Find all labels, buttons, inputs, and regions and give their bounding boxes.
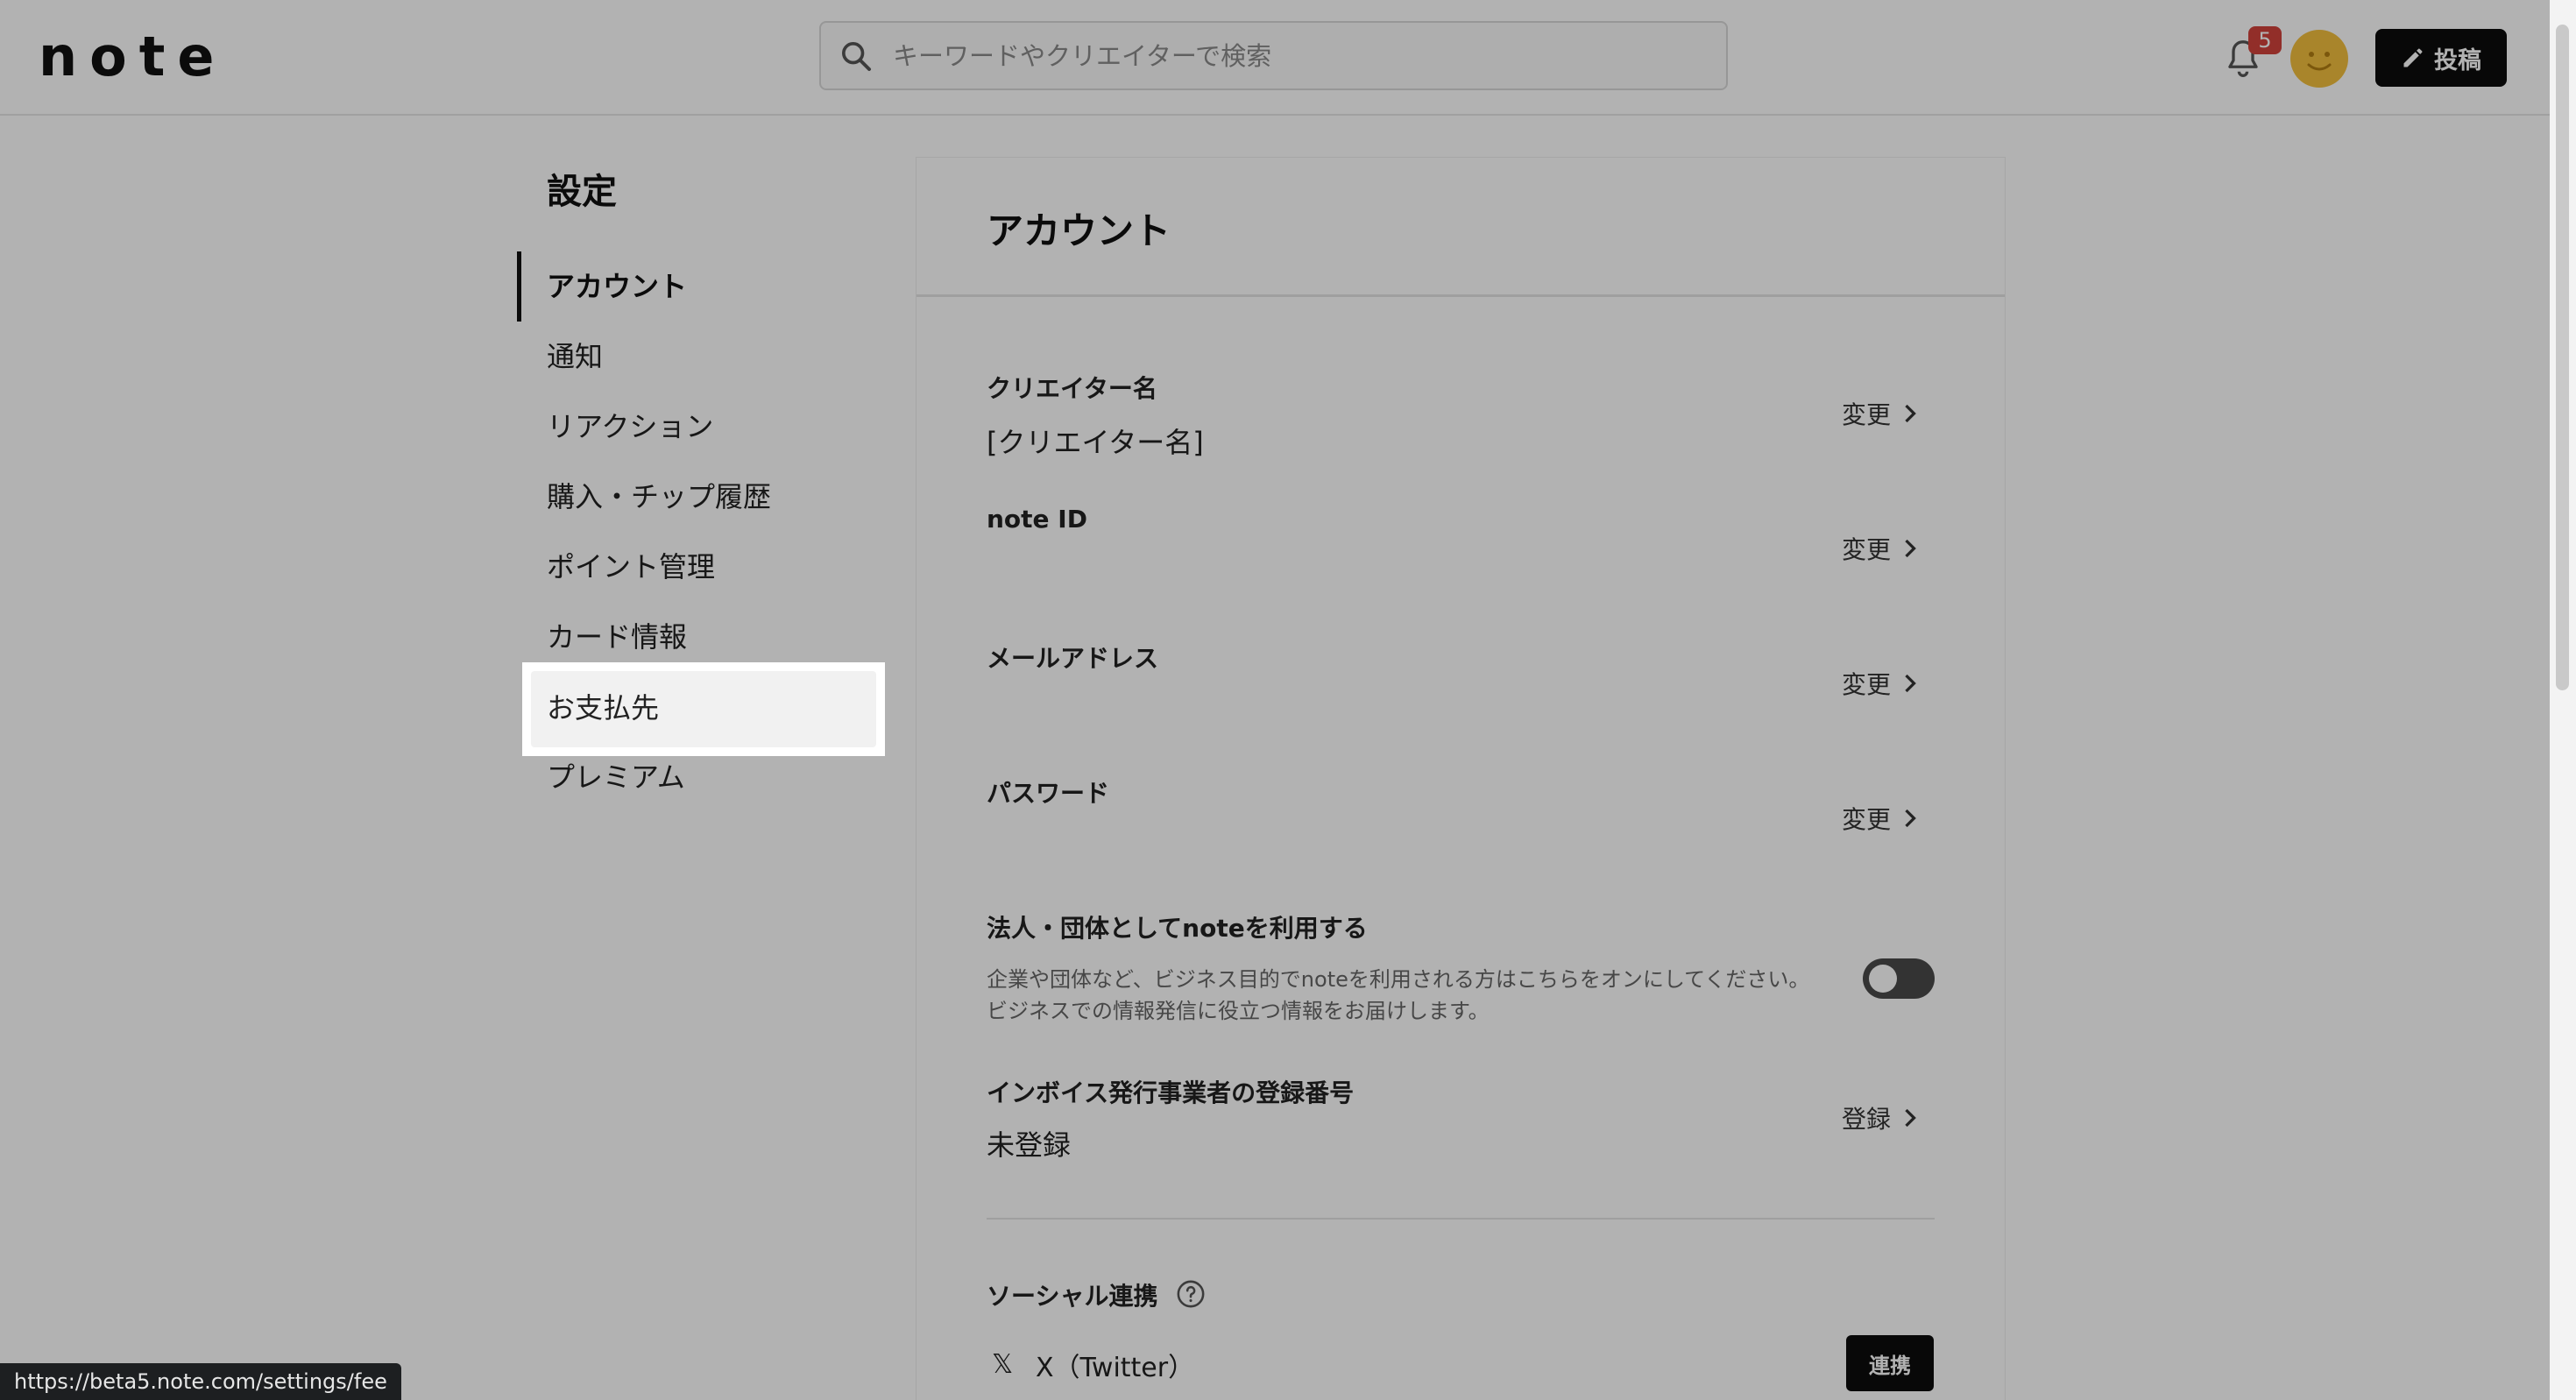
chevron-right-icon [1905, 539, 1916, 558]
search-input[interactable] [891, 30, 1701, 82]
scrollbar-thumb[interactable] [2556, 25, 2569, 690]
sidebar-item-notifications[interactable]: 通知 [547, 339, 603, 374]
note-id-change-button[interactable]: 変更 [1842, 531, 1917, 566]
sidebar-item-points[interactable]: ポイント管理 [547, 549, 715, 584]
sidebar-item-purchase-history[interactable]: 購入・チップ履歴 [547, 479, 771, 514]
invoice-label: インボイス発行事業者の登録番号 [987, 1078, 1355, 1107]
invoice-register-button[interactable]: 登録 [1842, 1100, 1917, 1135]
sidebar-item-premium[interactable]: プレミアム [547, 760, 685, 795]
password-change-button[interactable]: 変更 [1842, 801, 1917, 836]
password-label: パスワード [987, 779, 1110, 808]
sidebar-item-payout[interactable]: お支払先 [547, 690, 659, 725]
page-scrollbar[interactable] [2550, 0, 2576, 1400]
corporate-desc-line2: ビジネスでの情報発信に役立つ情報をお届けします。 [987, 999, 1490, 1023]
change-label: 変更 [1842, 535, 1892, 564]
toggle-knob [1869, 965, 1897, 993]
post-button[interactable]: 投稿 [2375, 29, 2507, 87]
corporate-label: 法人・団体としてnoteを利用する [987, 914, 1368, 943]
chevron-right-icon [1905, 404, 1916, 423]
page-title: アカウント [987, 209, 1171, 252]
search-box[interactable] [819, 21, 1728, 90]
status-url: https://beta5.note.com/settings/fee [0, 1363, 401, 1400]
top-header: note 5 投稿 [0, 0, 2576, 116]
social-label: ソーシャル連携 [987, 1282, 1158, 1311]
chevron-right-icon [1905, 809, 1916, 828]
invoice-value: 未登録 [987, 1128, 1072, 1162]
search-icon [842, 42, 871, 71]
creator-name-change-button[interactable]: 変更 [1842, 396, 1917, 431]
pencil-icon [2403, 48, 2423, 67]
note-id-label: note ID [987, 505, 1087, 534]
notification-badge: 5 [2248, 26, 2282, 54]
creator-name-value: [クリエイター名] [987, 426, 1204, 459]
x-logo-icon: 𝕏 [992, 1349, 1014, 1380]
change-label: 変更 [1842, 805, 1892, 834]
note-logo[interactable]: note [39, 26, 226, 88]
corporate-toggle[interactable] [1863, 958, 1935, 999]
x-link-button[interactable]: 連携 [1846, 1335, 1934, 1391]
title-divider [916, 294, 2005, 297]
post-button-label: 投稿 [2434, 46, 2481, 74]
account-panel: アカウント クリエイター名 [クリエイター名] 変更 note ID 変更 メー… [916, 158, 2005, 1400]
active-indicator [517, 251, 521, 322]
corporate-desc-line1: 企業や団体など、ビジネス目的でnoteを利用される方はこちらをオンにしてください… [987, 967, 1810, 992]
creator-name-label: クリエイター名 [987, 374, 1157, 403]
sidebar-item-reactions[interactable]: リアクション [547, 409, 713, 444]
email-label: メールアドレス [987, 644, 1159, 673]
x-service-label: X（Twitter） [1036, 1353, 1195, 1383]
smiley-icon [2307, 52, 2332, 71]
sidebar-item-account[interactable]: アカウント [547, 269, 687, 304]
help-icon[interactable] [1176, 1279, 1206, 1309]
change-label: 変更 [1842, 400, 1892, 429]
sidebar-item-card-info[interactable]: カード情報 [547, 619, 687, 654]
settings-title: 設定 [547, 172, 617, 212]
chevron-right-icon [1905, 1108, 1916, 1128]
change-label: 変更 [1842, 670, 1892, 699]
avatar[interactable] [2290, 30, 2348, 88]
register-label: 登録 [1842, 1105, 1892, 1134]
chevron-right-icon [1905, 674, 1916, 693]
section-divider [987, 1218, 1935, 1220]
email-change-button[interactable]: 変更 [1842, 666, 1917, 701]
